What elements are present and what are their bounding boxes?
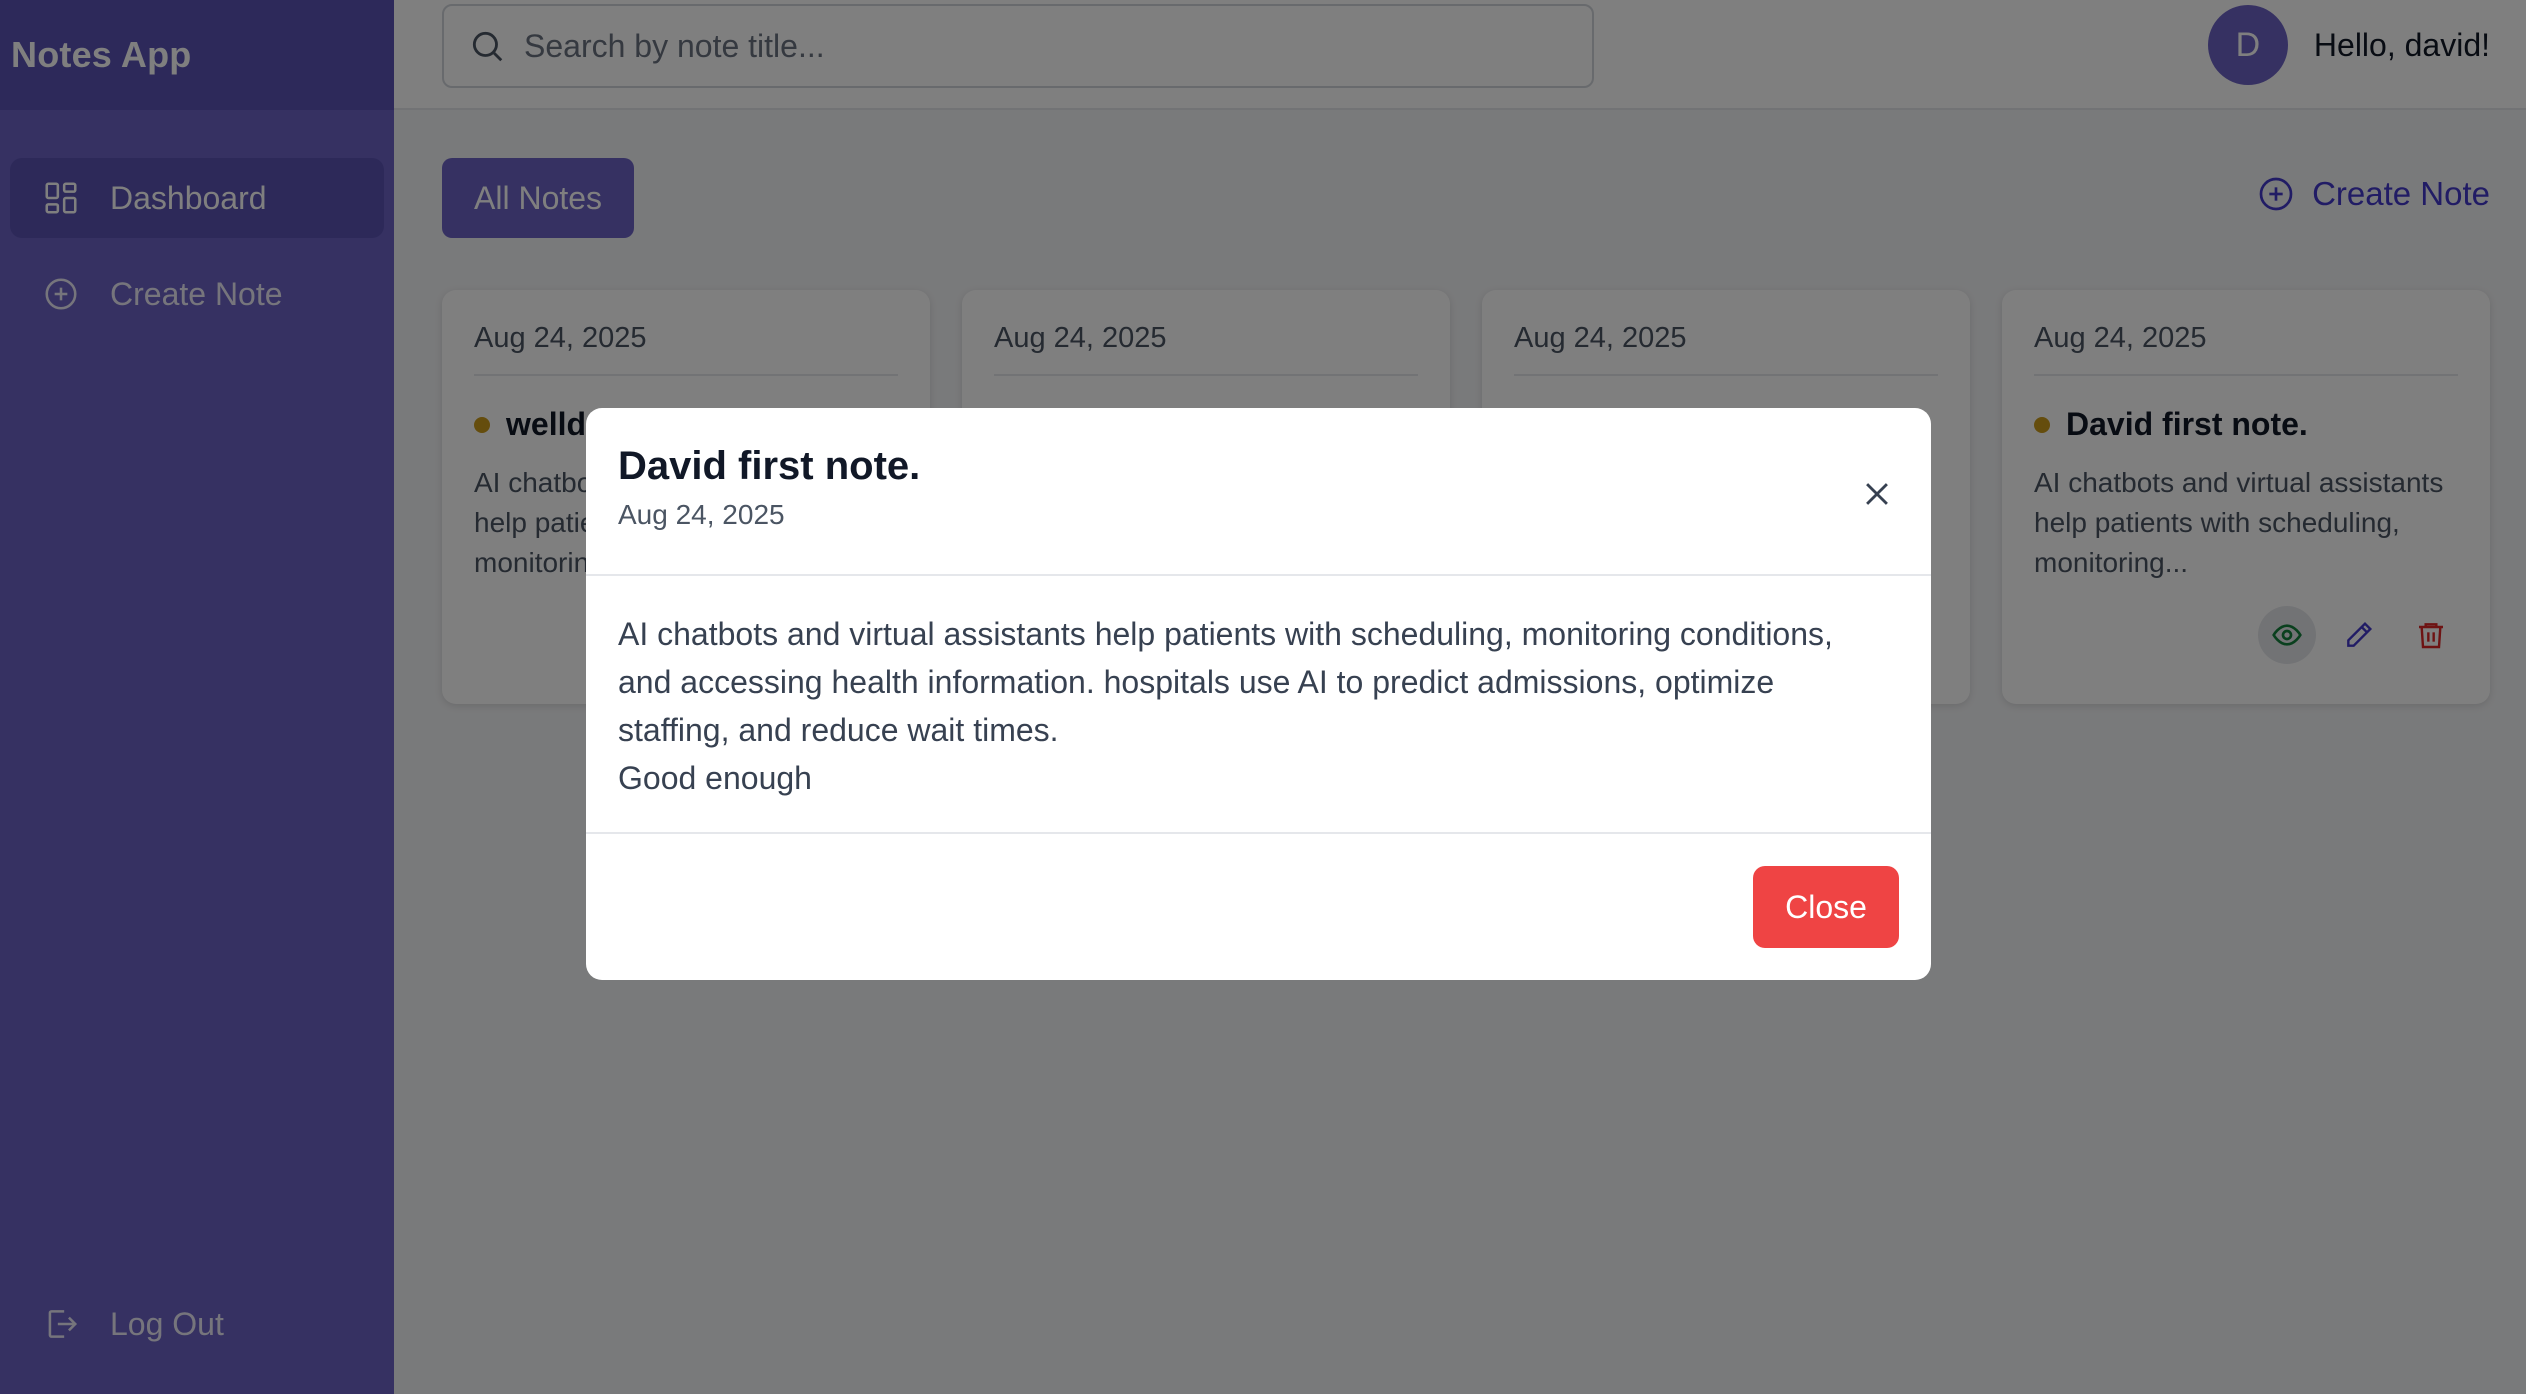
- modal-body: AI chatbots and virtual assistants help …: [586, 576, 1931, 834]
- modal-footer: Close: [586, 834, 1931, 980]
- modal-text-line: Good enough: [618, 760, 812, 796]
- modal-close-x-button[interactable]: [1855, 472, 1899, 516]
- modal-title: David first note.: [618, 444, 921, 488]
- modal-text-line: AI chatbots and virtual assistants help …: [618, 616, 1833, 652]
- note-view-modal: David first note. Aug 24, 2025 AI chatbo…: [586, 408, 1931, 980]
- modal-date: Aug 24, 2025: [618, 499, 785, 530]
- app-root: Notes App Dashboard: [0, 0, 2526, 1394]
- modal-header: David first note. Aug 24, 2025: [586, 408, 1931, 576]
- close-button[interactable]: Close: [1753, 866, 1899, 948]
- modal-text-line: and accessing health information. hospit…: [618, 664, 1775, 700]
- modal-text-line: staffing, and reduce wait times.: [618, 712, 1059, 748]
- close-icon: [1866, 483, 1888, 505]
